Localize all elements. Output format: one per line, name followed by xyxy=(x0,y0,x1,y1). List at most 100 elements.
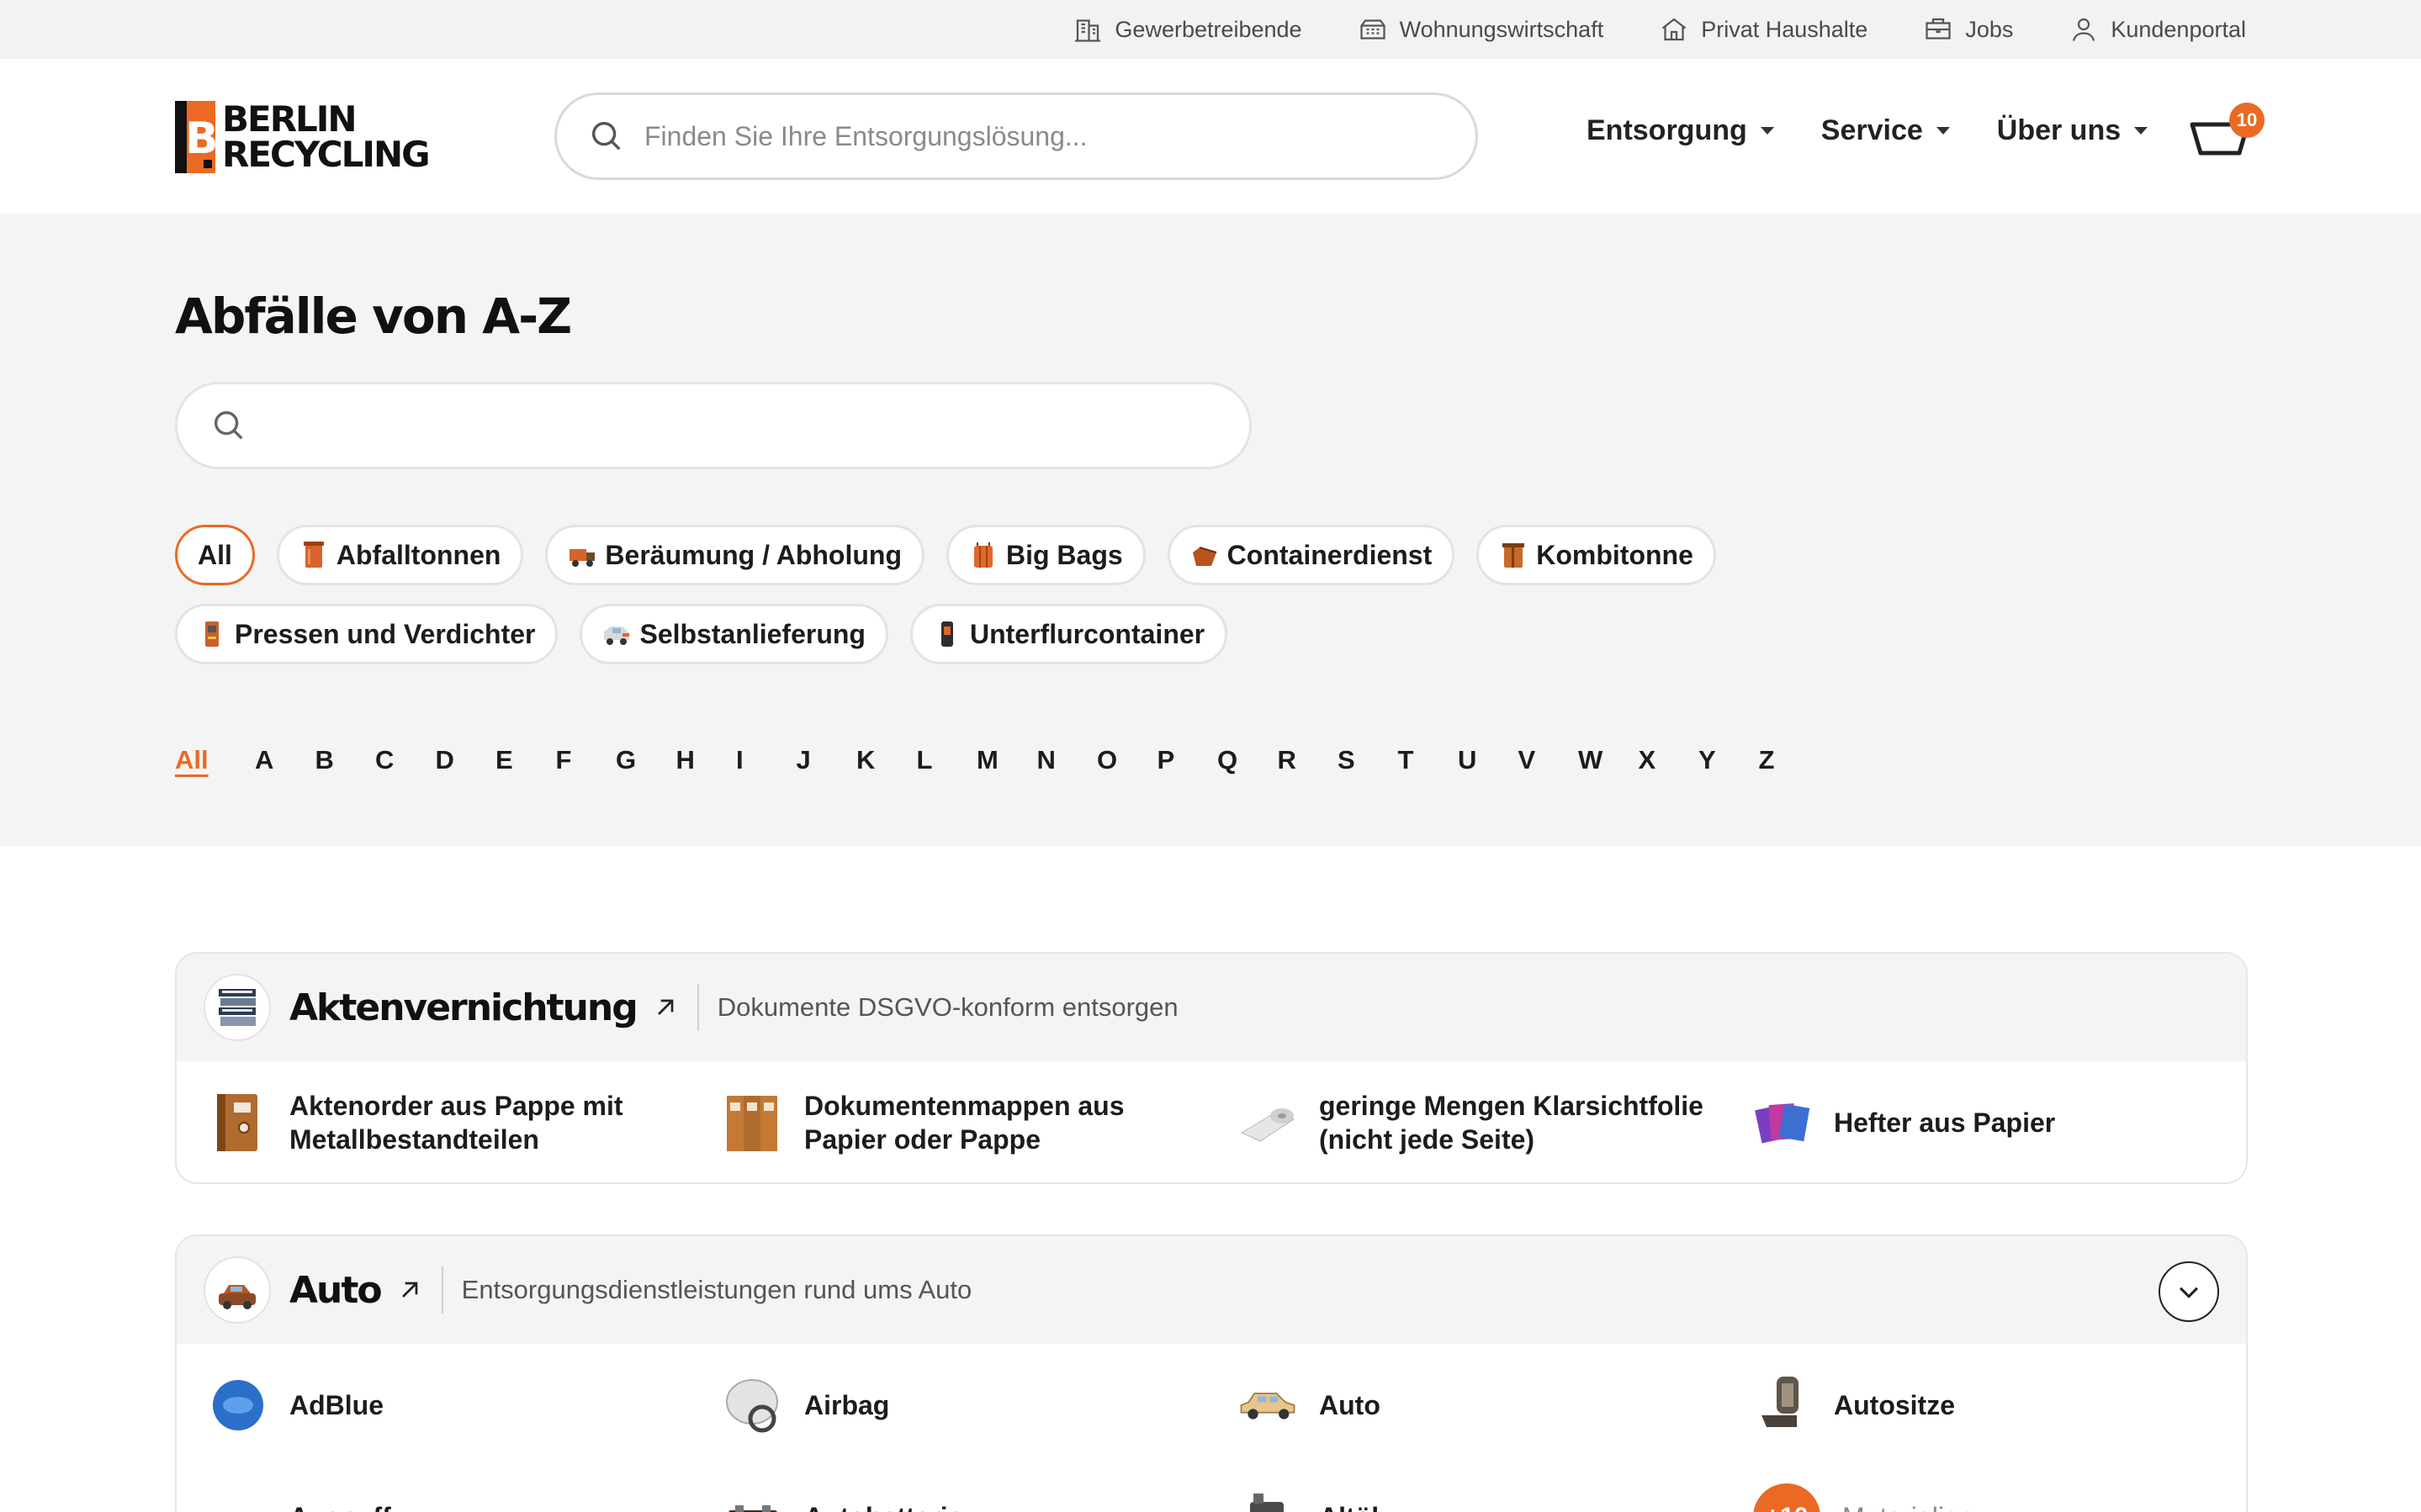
utility-link-kundenportal[interactable]: Kundenportal xyxy=(2069,14,2246,45)
apartment-icon xyxy=(1359,19,1385,40)
list-item[interactable]: Dokumentenmappen aus Papier oder Pappe xyxy=(723,1089,1238,1156)
underground-container-icon xyxy=(940,621,953,647)
list-item-label: Auspuff xyxy=(289,1500,391,1512)
letter-filter-d[interactable]: D xyxy=(436,745,496,775)
chevron-down-icon xyxy=(2179,1287,2199,1298)
nav-service[interactable]: Service xyxy=(1821,114,1950,147)
chip-all[interactable]: All xyxy=(175,525,255,585)
chip-unterflurcontainer[interactable]: Unterflurcontainer xyxy=(909,604,1228,664)
category-card-auto: Auto Entsorgungsdienstleistungen rund um… xyxy=(175,1234,2248,1512)
letter-filter-b[interactable]: B xyxy=(315,745,376,775)
letter-filter-r[interactable]: R xyxy=(1278,745,1338,775)
list-item-label: Hefter aus Papier xyxy=(1834,1108,2056,1138)
car-parts-icon xyxy=(204,1256,271,1324)
letter-filter-p[interactable]: P xyxy=(1158,745,1218,775)
letter-filter-v[interactable]: V xyxy=(1518,745,1579,775)
letter-filter-c[interactable]: C xyxy=(375,745,436,775)
letter-filter-u[interactable]: U xyxy=(1458,745,1518,775)
chip-abfalltonnen[interactable]: Abfalltonnen xyxy=(276,525,524,585)
chip-containerdienst[interactable]: Containerdienst xyxy=(1167,525,1455,585)
utility-link-gewerbetreibende[interactable]: Gewerbetreibende xyxy=(1073,14,1302,45)
nav-entsorgung[interactable]: Entsorgung xyxy=(1587,114,1774,147)
chip-big-bags[interactable]: Big Bags xyxy=(946,525,1146,585)
letter-filter-s[interactable]: S xyxy=(1338,745,1398,775)
az-search[interactable] xyxy=(175,382,1252,469)
az-search-input[interactable] xyxy=(267,410,1192,441)
arrow-up-right-icon[interactable] xyxy=(652,994,679,1021)
utility-link-privat-haushalte[interactable]: Privat Haushalte xyxy=(1659,14,1867,45)
letter-filter-k[interactable]: K xyxy=(856,745,917,775)
letter-filter-all[interactable]: All xyxy=(175,745,255,775)
nav-ueber-uns[interactable]: Über uns xyxy=(1997,114,2148,147)
list-item[interactable]: Aktenorder aus Pappe mit Metallbestandte… xyxy=(209,1089,723,1156)
chip-selbstanlieferung[interactable]: Selbstanlieferung xyxy=(580,604,888,664)
cart-count-badge: 10 xyxy=(2229,103,2265,138)
list-item-label: Dokumentenmappen aus Papier oder Pappe xyxy=(804,1091,1125,1155)
category-chips: All Abfalltonnen Beräumung / Abholung Bi… xyxy=(175,525,2110,664)
utility-link-wohnungswirtschaft[interactable]: Wohnungswirtschaft xyxy=(1358,14,1604,45)
house-icon xyxy=(1662,18,1687,41)
card-title[interactable]: Aktenvernichtung xyxy=(289,986,638,1029)
caret-down-icon xyxy=(1760,127,1774,135)
letter-filter-n[interactable]: N xyxy=(1037,745,1098,775)
utility-link-jobs[interactable]: Jobs xyxy=(1923,14,2013,45)
list-item[interactable]: Hefter aus Papier xyxy=(1753,1091,2246,1155)
letter-filter-e[interactable]: E xyxy=(495,745,556,775)
letter-filter-z[interactable]: Z xyxy=(1759,745,1820,775)
letter-filter-q[interactable]: Q xyxy=(1217,745,1278,775)
header-search-input[interactable] xyxy=(644,120,1401,152)
chip-beraeumung-abholung[interactable]: Beräumung / Abholung xyxy=(545,525,924,585)
chip-kombitonne[interactable]: Kombitonne xyxy=(1476,525,1716,585)
card-subtitle: Dokumente DSGVO-konform entsorgen xyxy=(717,992,1179,1022)
truck-icon xyxy=(569,549,596,567)
list-item[interactable]: Autositze xyxy=(1753,1373,2246,1437)
cart-button[interactable]: 10 xyxy=(2189,103,2265,165)
letter-filter-j[interactable]: J xyxy=(797,745,857,775)
letter-filter-w[interactable]: W xyxy=(1578,745,1639,775)
list-item[interactable]: geringe Mengen Klarsichtfolie (nicht jed… xyxy=(1238,1089,1753,1156)
list-item-more[interactable]: +10 Materialien xyxy=(1753,1483,2246,1512)
arrow-up-right-icon[interactable] xyxy=(396,1277,423,1303)
utility-link-label: Wohnungswirtschaft xyxy=(1399,16,1604,42)
svg-text:B: B xyxy=(185,114,217,164)
kombitonne-icon xyxy=(1502,543,1525,568)
chip-pressen-verdichter[interactable]: Pressen und Verdichter xyxy=(175,604,559,664)
logo[interactable]: B BERLIN RECYCLING xyxy=(175,99,446,175)
list-item[interactable]: Altöl xyxy=(1238,1485,1753,1512)
exhaust-icon xyxy=(209,1485,268,1512)
letter-filter-g[interactable]: G xyxy=(616,745,676,775)
list-item-label: AdBlue xyxy=(289,1390,384,1420)
container-icon xyxy=(1192,547,1216,566)
list-item[interactable]: Autobatterie xyxy=(723,1485,1238,1512)
letter-filter-o[interactable]: O xyxy=(1097,745,1158,775)
chip-label: Selbstanlieferung xyxy=(639,618,866,649)
oil-can-icon xyxy=(1250,1493,1284,1512)
letter-filter-x[interactable]: X xyxy=(1639,745,1699,775)
site-header: B BERLIN RECYCLING Entsorgung Service Üb… xyxy=(0,59,2421,214)
letter-filter-i[interactable]: I xyxy=(736,745,797,775)
list-item[interactable]: Auto xyxy=(1238,1373,1753,1437)
list-item[interactable]: Auspuff xyxy=(209,1485,723,1512)
card-title[interactable]: Auto xyxy=(289,1269,383,1312)
list-item[interactable]: AdBlue xyxy=(209,1373,723,1437)
airbag-icon xyxy=(726,1379,778,1433)
letter-filter-m[interactable]: M xyxy=(977,745,1037,775)
letter-filter-t[interactable]: T xyxy=(1398,745,1459,775)
binder-icon xyxy=(217,1094,257,1151)
list-item[interactable]: Airbag xyxy=(723,1373,1238,1437)
card-header: Auto Entsorgungsdienstleistungen rund um… xyxy=(177,1236,2246,1344)
battery-icon xyxy=(728,1505,777,1512)
card-subtitle: Entsorgungsdienstleistungen rund ums Aut… xyxy=(461,1275,972,1304)
header-search[interactable] xyxy=(554,93,1478,180)
expand-button[interactable] xyxy=(2159,1261,2219,1322)
letter-filter-a[interactable]: A xyxy=(255,745,315,775)
chip-label: All xyxy=(198,539,232,570)
logo-mark-icon: B xyxy=(175,101,217,173)
chip-label: Containerdienst xyxy=(1226,539,1433,570)
letter-filter-h[interactable]: H xyxy=(676,745,737,775)
page-title: Abfälle von A-Z xyxy=(175,288,572,345)
letter-filter-y[interactable]: Y xyxy=(1698,745,1759,775)
letter-filter-f[interactable]: F xyxy=(556,745,617,775)
letter-filter: All A B C D E F G H I J K L M N O P Q R S T U V W X Y Z xyxy=(175,745,1819,775)
letter-filter-l[interactable]: L xyxy=(917,745,977,775)
